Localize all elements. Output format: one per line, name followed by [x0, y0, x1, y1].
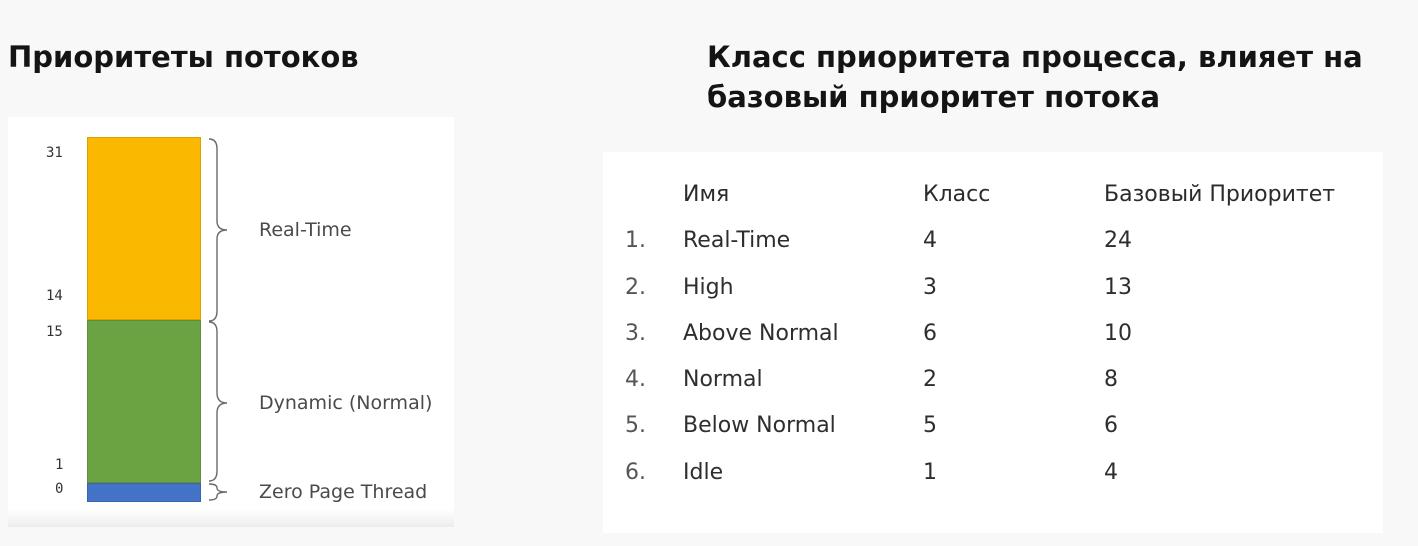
right-section-title: Класс приоритета процесса, влияет на баз…: [707, 40, 1363, 114]
header-base-priority: Базовый Приоритет: [1104, 182, 1336, 207]
row-class: 3: [923, 275, 937, 300]
band-brackets: [208, 138, 228, 501]
row-base-priority: 6: [1104, 413, 1118, 438]
row-name: Normal: [683, 367, 763, 392]
dynamic-normal-band: [87, 320, 201, 483]
row-class: 1: [923, 460, 937, 485]
zero-page-thread-label: Zero Page Thread: [259, 481, 428, 503]
priority-class-table: Имя Класс Базовый Приоритет 1. Real-Time…: [603, 152, 1383, 533]
row-class: 2: [923, 367, 937, 392]
row-class: 4: [923, 228, 937, 253]
row-number: 5.: [625, 413, 646, 438]
row-base-priority: 8: [1104, 367, 1118, 392]
tick-label-14: 14: [46, 288, 63, 304]
row-name: Real-Time: [683, 228, 791, 253]
tick-label-31: 31: [46, 145, 63, 161]
row-number: 2.: [625, 275, 646, 300]
row-base-priority: 4: [1104, 460, 1118, 485]
header-name: Имя: [683, 182, 730, 207]
row-name: Idle: [683, 460, 724, 485]
tick-label-15: 15: [46, 324, 63, 340]
row-number: 6.: [625, 460, 646, 485]
row-base-priority: 10: [1104, 321, 1132, 346]
row-base-priority: 13: [1104, 275, 1132, 300]
realtime-band: [87, 137, 201, 320]
tick-label-1: 1: [55, 457, 64, 473]
panel-bottom-fade: [8, 509, 454, 527]
row-number: 3.: [625, 321, 646, 346]
row-base-priority: 24: [1104, 228, 1132, 253]
row-number: 4.: [625, 367, 646, 392]
tick-label-0: 0: [55, 481, 64, 497]
row-class: 6: [923, 321, 937, 346]
row-name: Below Normal: [683, 413, 836, 438]
dynamic-normal-label: Dynamic (Normal): [259, 392, 433, 414]
header-class: Класс: [923, 182, 991, 207]
dynamic-normal-bracket: [208, 321, 228, 482]
zero-page-thread-band: [87, 483, 201, 502]
left-section-title: Приоритеты потоков: [8, 40, 359, 74]
row-number: 1.: [625, 228, 646, 253]
realtime-label: Real-Time: [259, 219, 352, 241]
row-class: 5: [923, 413, 937, 438]
realtime-bracket: [208, 138, 228, 322]
row-name: High: [683, 275, 734, 300]
zero-page-thread-bracket: [208, 483, 228, 501]
priority-levels-diagram: 31 14 15 1 0 Real-Time Dynamic (Normal) …: [8, 117, 454, 527]
row-name: Above Normal: [683, 321, 839, 346]
